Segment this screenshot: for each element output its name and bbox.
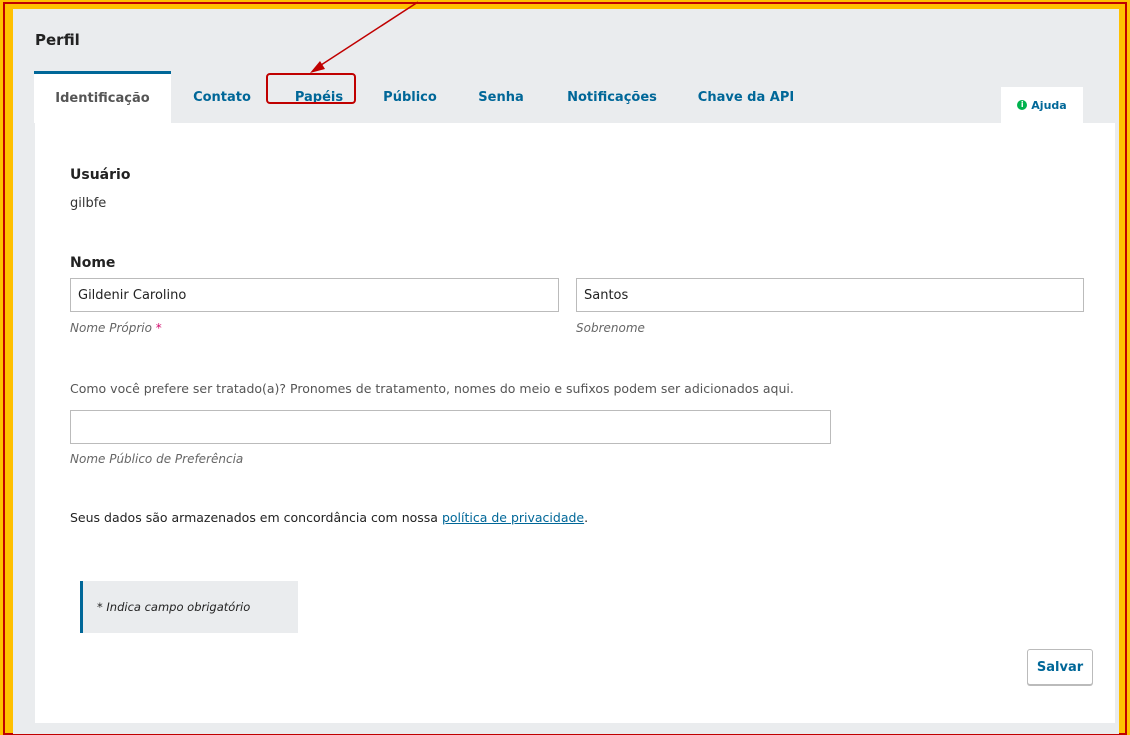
required-field-note: * Indica campo obrigatório: [80, 581, 298, 633]
profile-tabs: Identificação Contato Papéis Público Sen…: [34, 71, 1114, 123]
tab-publico[interactable]: Público: [374, 71, 446, 123]
tab-chave-api[interactable]: Chave da API: [694, 71, 798, 123]
preferred-name-description: Como você prefere ser tratado(a)? Pronom…: [70, 381, 794, 396]
given-name-input[interactable]: [70, 278, 559, 312]
privacy-policy-link[interactable]: política de privacidade: [442, 510, 584, 525]
required-mark: *: [155, 321, 162, 335]
help-label: Ajuda: [1031, 98, 1067, 112]
tab-senha[interactable]: Senha: [474, 71, 528, 123]
given-name-hint: Nome Próprio *: [70, 321, 162, 335]
tab-contato[interactable]: Contato: [182, 71, 262, 123]
tab-identificacao[interactable]: Identificação: [34, 71, 171, 123]
family-name-hint: Sobrenome: [576, 321, 645, 335]
profile-panel: Perfil Identificação Contato Papéis Públ…: [13, 9, 1119, 734]
page-title: Perfil: [35, 31, 80, 49]
family-name-input[interactable]: [576, 278, 1084, 312]
tab-notificacoes[interactable]: Notificações: [556, 71, 668, 123]
name-label: Nome: [70, 255, 116, 271]
highlight-frame: Perfil Identificação Contato Papéis Públ…: [3, 2, 1127, 735]
given-name-hint-text: Nome Próprio: [70, 321, 152, 335]
info-icon: i: [1017, 100, 1028, 110]
privacy-statement: Seus dados são armazenados em concordânc…: [70, 510, 588, 525]
privacy-text-end: .: [584, 510, 589, 525]
identity-form: Usuário gilbfe Nome Nome Próprio * Sobre…: [35, 123, 1115, 723]
username-label: Usuário: [70, 167, 131, 183]
preferred-name-hint: Nome Público de Preferência: [70, 452, 244, 466]
help-button[interactable]: i Ajuda: [1001, 87, 1083, 123]
preferred-name-input[interactable]: [70, 410, 831, 444]
username-value: gilbfe: [70, 196, 107, 211]
privacy-text: Seus dados são armazenados em concordânc…: [70, 510, 442, 525]
save-button[interactable]: Salvar: [1027, 649, 1093, 685]
tab-papeis[interactable]: Papéis: [277, 71, 361, 123]
